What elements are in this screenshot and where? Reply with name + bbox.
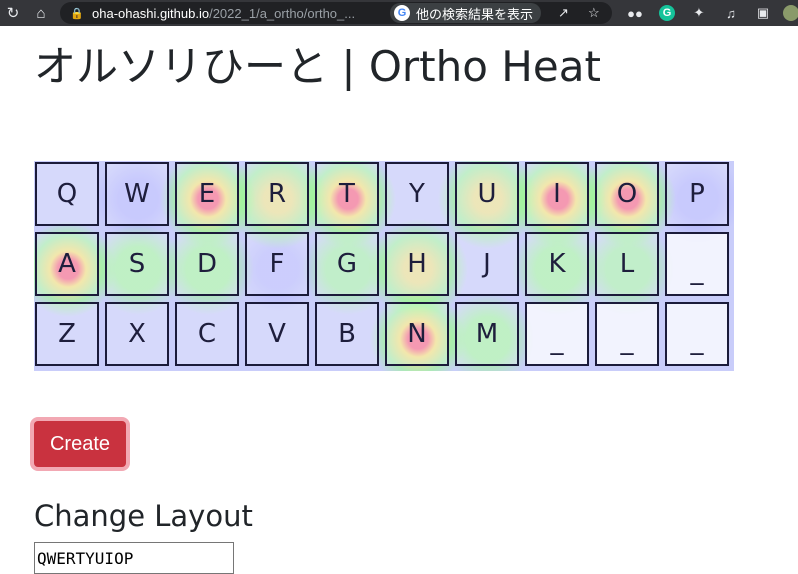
share-icon[interactable]: ↗ [558, 5, 569, 21]
key-blank: _ [525, 302, 589, 366]
star-icon[interactable]: ☆ [588, 5, 600, 21]
key-a: A [35, 232, 99, 296]
layout-input[interactable] [34, 542, 234, 574]
key-c: C [175, 302, 239, 366]
key-k: K [525, 232, 589, 296]
page-title: オルソリひーと | Ortho Heat [34, 42, 601, 91]
media-icon[interactable]: ♫ [722, 4, 740, 22]
key-l: L [595, 232, 659, 296]
key-n: N [385, 302, 449, 366]
key-w: W [105, 162, 169, 226]
key-s: S [105, 232, 169, 296]
key-j: J [455, 232, 519, 296]
sidepanel-icon[interactable]: ▣ [754, 4, 772, 22]
create-button[interactable]: Create [34, 421, 126, 467]
key-d: D [175, 232, 239, 296]
key-y: Y [385, 162, 449, 226]
key-x: X [105, 302, 169, 366]
key-r: R [245, 162, 309, 226]
key-q: Q [35, 162, 99, 226]
key-h: H [385, 232, 449, 296]
reload-icon[interactable]: ↻ [0, 0, 26, 26]
key-f: F [245, 232, 309, 296]
key-u: U [455, 162, 519, 226]
glasses-icon[interactable]: ●● [626, 4, 644, 22]
browser-toolbar: ↻ ⌂ 🔒 oha-ohashi.github.io /2022_1/a_ort… [0, 0, 798, 26]
change-layout-heading: Change Layout [34, 499, 253, 533]
key-v: V [245, 302, 309, 366]
key-g: G [315, 232, 379, 296]
key-blank: _ [665, 232, 729, 296]
url-host: oha-ohashi.github.io [92, 5, 210, 21]
key-e: E [175, 162, 239, 226]
grammarly-icon[interactable]: G [658, 4, 676, 22]
key-b: B [315, 302, 379, 366]
key-m: M [455, 302, 519, 366]
lock-icon: 🔒 [70, 7, 84, 20]
google-logo-icon: G [394, 5, 410, 21]
key-p: P [665, 162, 729, 226]
key-o: O [595, 162, 659, 226]
key-i: I [525, 162, 589, 226]
key-z: Z [35, 302, 99, 366]
url-path: /2022_1/a_ortho/ortho_... [209, 5, 356, 21]
address-bar[interactable]: 🔒 oha-ohashi.github.io /2022_1/a_ortho/o… [60, 2, 612, 24]
key-blank: _ [665, 302, 729, 366]
key-t: T [315, 162, 379, 226]
google-pill-label: 他の検索結果を表示 [416, 6, 534, 22]
keyboard-heatmap: Q W E R T Y U I O P A S D F G H J K L _ Z X C V B N M _ _ _ [34, 161, 734, 371]
home-icon[interactable]: ⌂ [28, 0, 54, 26]
key-blank: _ [595, 302, 659, 366]
puzzle-icon[interactable]: ✦ [690, 4, 708, 22]
avatar[interactable] [782, 4, 798, 22]
google-search-suggestion[interactable]: G 他の検索結果を表示 [390, 3, 542, 23]
